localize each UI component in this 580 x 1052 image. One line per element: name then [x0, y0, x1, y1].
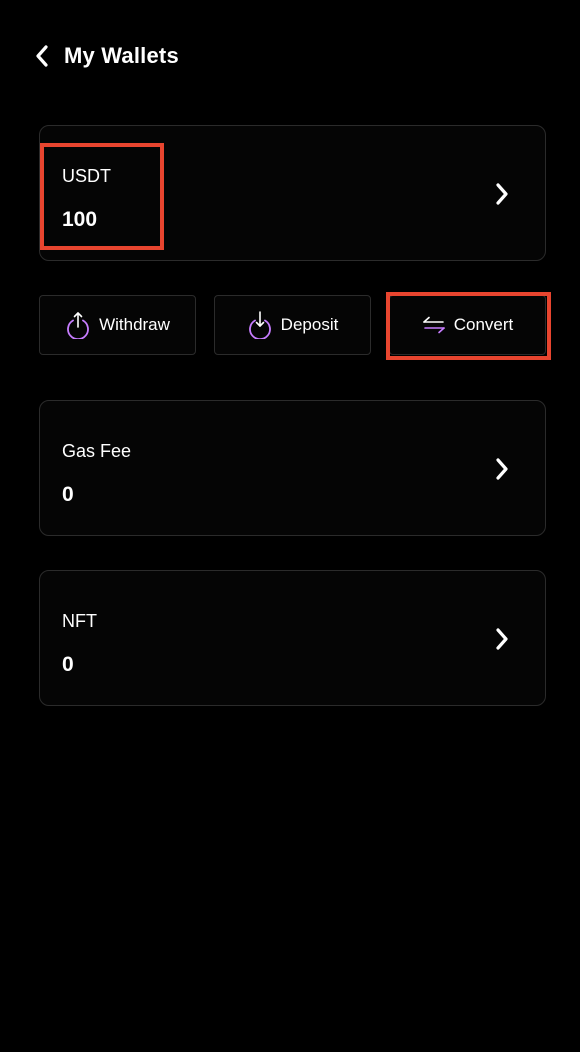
chevron-right-icon — [496, 183, 508, 205]
chevron-left-icon — [36, 45, 48, 67]
convert-icon — [422, 316, 445, 334]
wallet-label: Gas Fee — [62, 441, 132, 461]
wallet-balance: 0 — [62, 653, 74, 676]
deposit-button[interactable]: Deposit — [214, 295, 371, 355]
wallet-label: USDT — [62, 166, 111, 186]
page-title: My Wallets — [64, 43, 179, 68]
wallet-card-gas-fee[interactable]: Gas Fee 0 — [39, 400, 546, 536]
deposit-label: Deposit — [280, 315, 339, 334]
wallet-card-nft[interactable]: NFT 0 — [39, 570, 546, 706]
wallet-card-usdt[interactable]: USDT 100 — [39, 125, 546, 261]
withdraw-icon — [67, 312, 89, 339]
back-button[interactable] — [28, 40, 56, 72]
convert-label: Convert — [453, 315, 514, 334]
withdraw-label: Withdraw — [99, 315, 170, 334]
deposit-icon — [248, 311, 271, 339]
wallet-label: NFT — [62, 611, 97, 631]
convert-button[interactable]: Convert — [389, 295, 546, 355]
wallet-balance: 0 — [62, 483, 74, 506]
chevron-right-icon — [496, 458, 508, 480]
chevron-right-icon — [496, 628, 508, 650]
header: My Wallets — [0, 0, 580, 112]
withdraw-button[interactable]: Withdraw — [39, 295, 196, 355]
wallet-balance: 100 — [62, 208, 98, 231]
